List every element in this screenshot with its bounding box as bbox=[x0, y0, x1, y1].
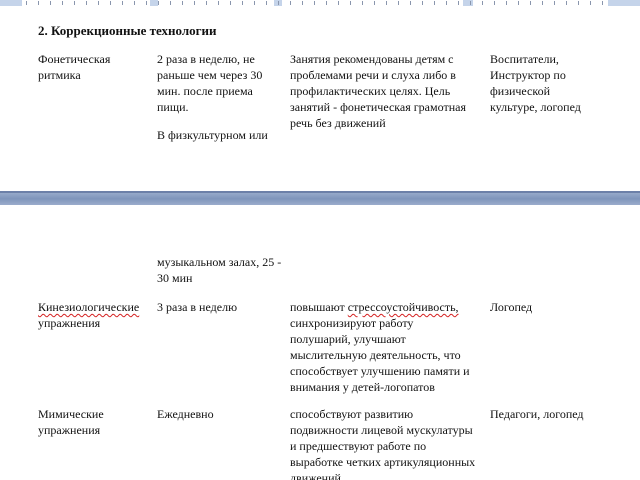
ruler-tick bbox=[50, 1, 51, 5]
ruler-tick bbox=[350, 1, 351, 5]
ruler-tick bbox=[578, 1, 579, 5]
page-break-gap bbox=[0, 191, 640, 205]
row-2-description-rest: синхронизируют работу полушарий, улучшаю… bbox=[290, 316, 470, 394]
document-page-top: 2. Коррекционные технологии Фонетическая… bbox=[0, 8, 640, 191]
ruler-tick bbox=[194, 1, 195, 5]
ruler-tick bbox=[554, 1, 555, 5]
ruler-tick bbox=[170, 1, 171, 5]
ruler-tick bbox=[62, 1, 63, 5]
row-1-name: Фонетическая ритмика bbox=[38, 52, 111, 82]
ruler-tick bbox=[38, 1, 39, 5]
ruler-tick bbox=[542, 1, 543, 5]
ruler-tick bbox=[326, 1, 327, 5]
row-1-frequency-part2: В физкультурном или bbox=[157, 128, 268, 142]
ruler-tick bbox=[266, 1, 267, 5]
ruler-tick bbox=[230, 1, 231, 5]
row-1-frequency-continued: музыкальном залах, 25 - 30 мин bbox=[157, 255, 282, 285]
ruler-tick bbox=[482, 1, 483, 5]
ruler-tick bbox=[590, 1, 591, 5]
ruler-tick bbox=[278, 1, 279, 5]
ruler-tick bbox=[74, 1, 75, 5]
ruler-tick bbox=[122, 1, 123, 5]
ruler-tick bbox=[302, 1, 303, 5]
ruler-tick bbox=[290, 1, 291, 5]
row-2-responsible: Логопед bbox=[490, 300, 533, 314]
ruler-tick bbox=[398, 1, 399, 5]
horizontal-ruler[interactable] bbox=[0, 0, 640, 8]
row-2-description-word2: стрессоустойчивость, bbox=[347, 300, 459, 314]
ruler-tick bbox=[566, 1, 567, 5]
document-page-bottom: музыкальном залах, 25 - 30 мин Кинезиоло… bbox=[0, 205, 640, 480]
ruler-tick bbox=[518, 1, 519, 5]
ruler-marker[interactable] bbox=[608, 0, 640, 6]
ruler-tick bbox=[98, 1, 99, 5]
ruler-tick bbox=[410, 1, 411, 5]
row-1-description: Занятия рекомендованы детям с проблемами… bbox=[290, 52, 466, 130]
ruler-tick bbox=[530, 1, 531, 5]
row-1-responsible: Воспитатели, Инструктор по физической ку… bbox=[490, 52, 581, 114]
ruler-tick bbox=[206, 1, 207, 5]
ruler-tick bbox=[242, 1, 243, 5]
ruler-tick bbox=[470, 1, 471, 5]
ruler-marker[interactable] bbox=[0, 0, 22, 6]
ruler-tick bbox=[218, 1, 219, 5]
row-1-frequency-part1: 2 раза в неделю, не раньше чем через 30 … bbox=[157, 52, 263, 114]
ruler-tick bbox=[314, 1, 315, 5]
ruler-tick bbox=[446, 1, 447, 5]
ruler-tick bbox=[422, 1, 423, 5]
ruler-tick bbox=[458, 1, 459, 5]
row-3-responsible: Педагоги, логопед bbox=[490, 407, 584, 421]
row-3-description: способствуют развитию подвижности лицево… bbox=[290, 407, 476, 480]
row-1-frequency: 2 раза в неделю, не раньше чем через 30 … bbox=[157, 51, 279, 143]
ruler-marker[interactable] bbox=[150, 0, 158, 6]
ruler-tick bbox=[374, 1, 375, 5]
ruler-tick bbox=[158, 1, 159, 5]
section-heading: 2. Коррекционные технологии bbox=[38, 23, 217, 38]
row-2-name-word1: Кинезиологические bbox=[38, 300, 140, 314]
row-2-description-word1: повышают bbox=[290, 300, 345, 314]
ruler-tick bbox=[86, 1, 87, 5]
ruler-tick bbox=[146, 1, 147, 5]
ruler-tick bbox=[506, 1, 507, 5]
ruler-tick bbox=[386, 1, 387, 5]
row-2-name: Кинезиологические упражнения bbox=[38, 299, 153, 331]
row-2-name-word2: упражнения bbox=[38, 316, 101, 330]
ruler-tick bbox=[254, 1, 255, 5]
ruler-tick bbox=[110, 1, 111, 5]
ruler-marker[interactable] bbox=[463, 0, 473, 6]
ruler-tick bbox=[494, 1, 495, 5]
row-3-name: Мимические упражнения bbox=[38, 407, 104, 437]
row-2-description: повышают стрессоустойчивость, синхронизи… bbox=[290, 299, 472, 395]
row-3-frequency: Ежедневно bbox=[157, 407, 214, 421]
ruler-tick bbox=[134, 1, 135, 5]
row-2-frequency: 3 раза в неделю bbox=[157, 300, 238, 314]
ruler-tick bbox=[362, 1, 363, 5]
ruler-tick bbox=[434, 1, 435, 5]
ruler-tick bbox=[338, 1, 339, 5]
ruler-tick bbox=[26, 1, 27, 5]
ruler-tick bbox=[182, 1, 183, 5]
ruler-tick bbox=[602, 1, 603, 5]
